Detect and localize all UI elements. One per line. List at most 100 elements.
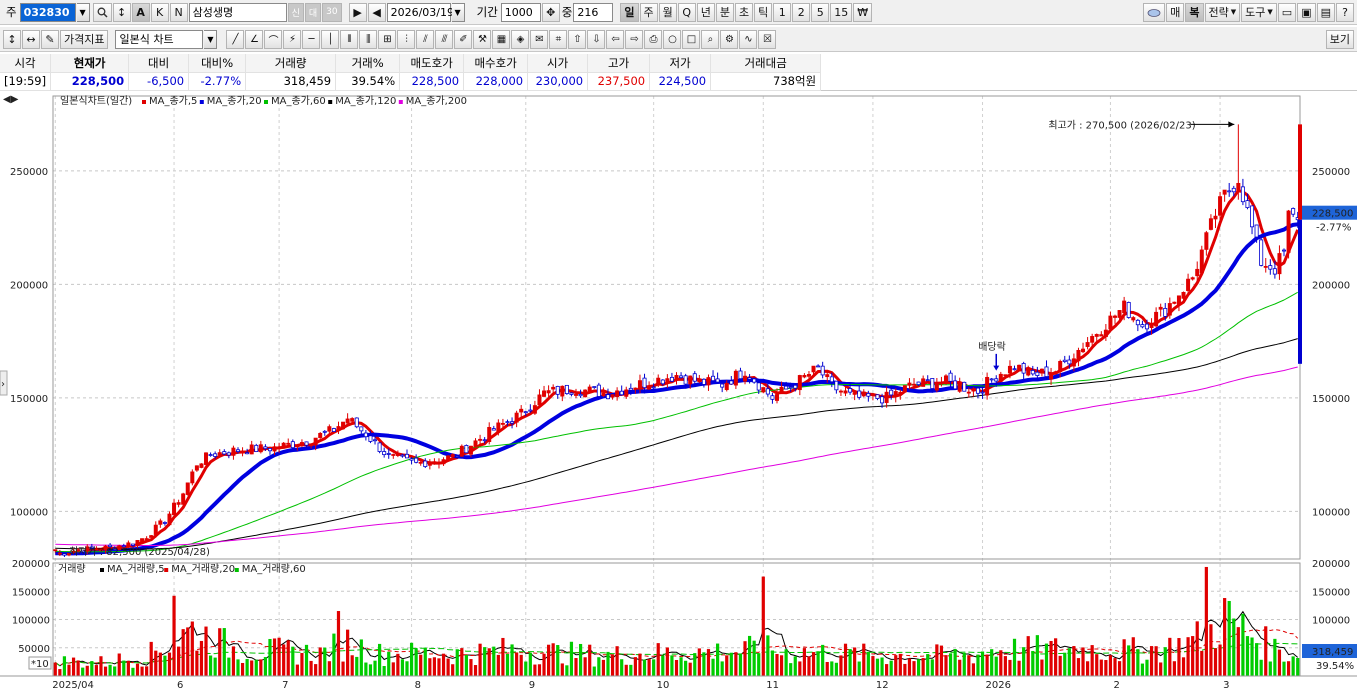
channel-tool-icon[interactable]: ⫶ (397, 29, 416, 49)
play-icon[interactable]: ▶ (348, 2, 367, 22)
candle (1126, 301, 1131, 319)
interval-button-4[interactable]: 년 (696, 2, 715, 22)
buy-sell-button[interactable]: 매 (1166, 2, 1185, 22)
hammer-tool-icon[interactable]: ⚒ (473, 29, 492, 49)
down-tool-icon[interactable]: ⇩ (587, 29, 606, 49)
fib-tool-icon[interactable]: ⫴ (340, 29, 359, 49)
up-tool-icon[interactable]: ⇧ (568, 29, 587, 49)
zoom-tool-icon[interactable]: ⌕ (701, 29, 720, 49)
arrow-up-down-icon[interactable]: ↕ (3, 29, 21, 49)
diamond-tool-icon[interactable]: ◈ (511, 29, 530, 49)
edit-icon[interactable]: ✎ (41, 29, 59, 49)
delete-tool-icon[interactable]: ☒ (758, 29, 777, 49)
candle-body (478, 438, 483, 441)
candle-body (1186, 278, 1191, 291)
back-icon[interactable]: ◀ (367, 2, 386, 22)
pitchfork-tool-icon[interactable]: ⫻ (435, 29, 454, 49)
candle-body (363, 432, 368, 438)
arc-tool-icon[interactable]: ⌒ (264, 29, 283, 49)
candle-body (299, 442, 304, 446)
volume-bar (295, 664, 299, 676)
candle-body (267, 448, 272, 452)
interval-button-9[interactable]: 2 (792, 2, 811, 22)
wave-tool-icon[interactable]: ∿ (739, 29, 758, 49)
left-tool-icon[interactable]: ⇦ (606, 29, 625, 49)
interval-button-0[interactable]: 일 (620, 2, 639, 22)
candle-body (254, 444, 259, 452)
angle-tool-icon[interactable]: ∠ (245, 29, 264, 49)
candle-body (957, 383, 962, 392)
line-tool-icon[interactable]: ╱ (226, 29, 245, 49)
candle-body (711, 375, 716, 382)
grid-tool-icon[interactable]: ⊞ (378, 29, 397, 49)
candle-body (587, 386, 592, 393)
interval-button-11[interactable]: 15 (830, 2, 853, 22)
stock-name-field[interactable]: 삼성생명 (188, 2, 287, 22)
folder-icon[interactable]: ▭ (1277, 2, 1297, 22)
tools-button[interactable]: 도구 ▼ (1241, 2, 1277, 22)
interval-button-6[interactable]: 초 (735, 2, 754, 22)
interval-button-7[interactable]: 틱 (754, 2, 773, 22)
candle-body (953, 380, 958, 390)
chart-type-dropdown[interactable]: ▼ (204, 29, 218, 49)
pen-tool-icon[interactable]: ✐ (454, 29, 473, 49)
search-icon[interactable] (92, 2, 112, 22)
note-tool-icon[interactable]: ✉ (530, 29, 549, 49)
candle (1286, 209, 1291, 259)
chart-type-select[interactable]: 일본식 차트 (115, 29, 204, 49)
k-button[interactable]: K (150, 2, 169, 22)
count-input[interactable]: 216 (573, 2, 614, 22)
period-input[interactable]: 1000 (500, 2, 541, 22)
interval-button-10[interactable]: 5 (811, 2, 830, 22)
interval-button-8[interactable]: 1 (773, 2, 792, 22)
crosshair-icon[interactable]: ✥ (541, 2, 560, 22)
price-indicator-button[interactable]: 가격지표 (60, 29, 109, 49)
save-icon[interactable]: ▣ (1297, 2, 1316, 22)
interval-button-2[interactable]: 월 (658, 2, 677, 22)
n-button[interactable]: N (169, 2, 188, 22)
stock-code-input[interactable]: 032830 (19, 2, 76, 22)
stock-code-dropdown[interactable]: ▼ (76, 2, 90, 22)
candle-body (140, 538, 145, 543)
volume-bar (1149, 646, 1154, 676)
interval-button-5[interactable]: 분 (715, 2, 734, 22)
circle-tool-icon[interactable]: ○ (663, 29, 682, 49)
volume-bar (441, 653, 446, 676)
font-a-button[interactable]: A (131, 2, 150, 22)
hline-tool-icon[interactable]: ─ (302, 29, 321, 49)
print-icon[interactable]: ▤ (1316, 2, 1335, 22)
date-input[interactable]: 2026/03/19 (386, 2, 454, 22)
interval-button-1[interactable]: 주 (639, 2, 658, 22)
rect-tool-icon[interactable]: □ (682, 29, 701, 49)
candle-body (546, 390, 551, 394)
sort-icon[interactable]: ↕ (112, 2, 131, 22)
date-dropdown[interactable]: ▼ (451, 2, 465, 22)
volume-bar (135, 663, 140, 676)
volume-bar (711, 658, 715, 676)
candle-body (1195, 268, 1200, 277)
fan-tool-icon[interactable]: ⚡ (283, 29, 302, 49)
strategy-button[interactable]: 전략 ▼ (1204, 2, 1241, 22)
print-tool-icon[interactable]: ⎙ (644, 29, 663, 49)
price-chart[interactable]: 100000 100000150000 150000200000 2000002500… (0, 91, 1357, 695)
volume-multiplier-label: *10 (31, 659, 49, 670)
candle-body (185, 482, 190, 495)
help-icon[interactable]: ? (1336, 2, 1354, 22)
interval-button-12[interactable]: ₩ (853, 2, 873, 22)
candle-body (1172, 301, 1177, 304)
vline-tool-icon[interactable]: │ (321, 29, 340, 49)
color-tool-icon[interactable]: ▦ (492, 29, 511, 49)
parallel-tool-icon[interactable]: ⫽ (416, 29, 435, 49)
cloud-icon[interactable] (1143, 2, 1166, 22)
settings-tool-icon[interactable]: ⚙ (720, 29, 739, 49)
volume-bar (172, 595, 176, 676)
hash-tool-icon[interactable]: ⌗ (549, 29, 568, 49)
fib2-tool-icon[interactable]: ⫼ (359, 29, 378, 49)
right-tool-icon[interactable]: ⇨ (625, 29, 644, 49)
time-tick-label: 12 (876, 680, 889, 691)
multi-button[interactable]: 복 (1185, 2, 1204, 22)
view-button[interactable]: 보기 (1325, 29, 1354, 49)
arrow-left-right-icon[interactable]: ↔ (22, 29, 40, 49)
volume-bar (834, 662, 838, 676)
interval-button-3[interactable]: Q (677, 2, 696, 22)
